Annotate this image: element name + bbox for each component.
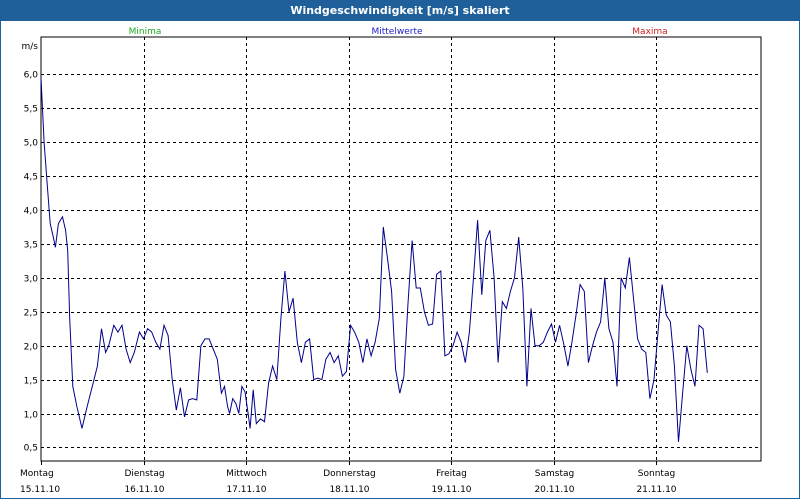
x-tick-day: Sonntag xyxy=(638,469,675,479)
y-tick-label: 2,0 xyxy=(24,343,39,353)
y-tick-label: 6,0 xyxy=(24,71,39,81)
x-tick-day: Samstag xyxy=(535,469,574,479)
y-tick-label: 4,0 xyxy=(24,207,39,217)
plot-area xyxy=(40,36,762,462)
y-tick-label: 1,0 xyxy=(24,411,39,421)
x-tick-date: 20.11.10 xyxy=(534,485,574,495)
x-tick-day: Montag xyxy=(20,469,54,479)
x-tick-date: 16.11.10 xyxy=(124,485,164,495)
y-tick-label: 0,5 xyxy=(24,444,38,454)
y-tick-label: 3,0 xyxy=(24,275,39,285)
y-axis-label: m/s xyxy=(22,42,39,52)
y-tick-label: 5,0 xyxy=(24,139,39,149)
y-tick-label: 3,5 xyxy=(24,241,38,251)
legend-maxima: Maxima xyxy=(632,27,667,37)
legend-minima: Minima xyxy=(129,27,162,37)
x-tick-date: 15.11.10 xyxy=(20,485,60,495)
y-tick-label: 4,5 xyxy=(24,173,38,183)
series-line-mittelwerte xyxy=(40,77,708,443)
x-tick-date: 18.11.10 xyxy=(329,485,369,495)
y-tick-label: 2,5 xyxy=(24,309,38,319)
y-tick-label: 1,5 xyxy=(24,377,38,387)
x-tick-date: 19.11.10 xyxy=(431,485,471,495)
x-tick-date: 17.11.10 xyxy=(226,485,266,495)
x-tick-day: Freitag xyxy=(436,469,467,479)
x-tick-day: Mittwoch xyxy=(226,469,267,479)
y-tick-label: 5,5 xyxy=(24,105,38,115)
x-tick-day: Donnerstag xyxy=(323,469,376,479)
x-tick-day: Dienstag xyxy=(124,469,164,479)
x-tick-date: 21.11.10 xyxy=(636,485,676,495)
wind-speed-chart: 6,0 5,5 5,0 4,5 4,0 3,5 3,0 2,5 2,0 1,5 1,0 0,5 m/s M… xyxy=(20,27,762,495)
legend-mittelwerte: Mittelwerte xyxy=(371,27,422,37)
